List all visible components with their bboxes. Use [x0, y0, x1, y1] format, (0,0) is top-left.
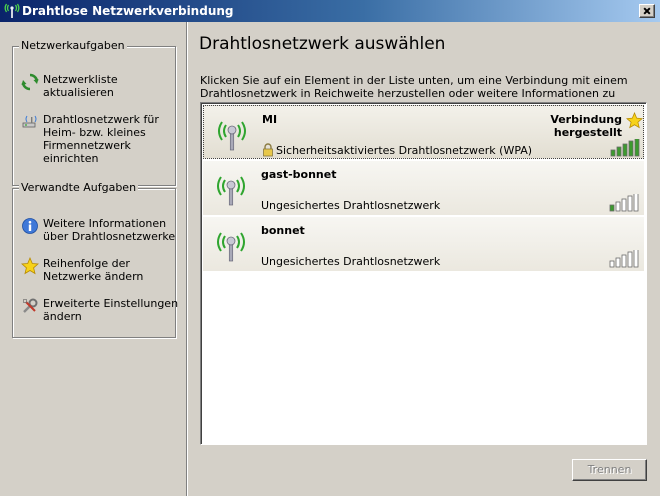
network-item-mi[interactable]: MI Sicherheitsaktiviertes Drahtlosnetzwe… [203, 105, 644, 159]
signal-strength-icon [609, 250, 639, 268]
task-order-label: Reihenfolge der Netzwerke ändern [43, 257, 144, 283]
network-tasks-title: Netzwerkaufgaben [19, 39, 127, 52]
network-security: Ungesichertes Drahtlosnetzwerk [261, 199, 441, 212]
network-item-bonnet[interactable]: bonnet Ungesichertes Drahtlosnetzwerk [203, 217, 644, 271]
wireless-icon [4, 3, 20, 18]
signal-strength-icon [609, 194, 639, 212]
signal-bar [621, 198, 627, 212]
signal-bar [615, 257, 621, 268]
wireless-antenna-icon [218, 121, 246, 151]
signal-bar [633, 194, 639, 212]
network-name: MI [262, 113, 278, 126]
network-security: Sicherheitsaktiviertes Drahtlosnetzwerk … [276, 144, 533, 157]
page-title: Drahtlosnetzwerk auswählen [199, 34, 446, 54]
signal-bar [634, 139, 640, 157]
setup-wizard-icon [22, 115, 37, 128]
lock-icon [263, 143, 273, 157]
signal-bar [616, 146, 622, 157]
signal-bar [627, 195, 633, 212]
task-setup-home-network[interactable]: Drahtlosnetzwerk für Heim- bzw. kleines … [21, 113, 181, 165]
task-advanced-label: Erweiterte Einstellungen ändern [43, 297, 179, 323]
pane-divider [186, 22, 188, 496]
connection-status: Verbindung hergestellt [550, 113, 622, 139]
signal-bar [622, 143, 628, 157]
preferred-star-icon [626, 112, 643, 129]
signal-bar [610, 149, 616, 157]
task-refresh-label: Netzwerkliste aktualisieren [43, 73, 118, 99]
signal-bar [615, 201, 621, 212]
signal-bar [609, 204, 615, 212]
disconnect-button[interactable]: Trennen [572, 459, 647, 481]
signal-strength-icon [610, 139, 640, 157]
close-button[interactable] [639, 4, 655, 18]
network-name: gast-bonnet [261, 168, 337, 181]
signal-bar [609, 260, 615, 268]
signal-bar [621, 254, 627, 268]
wireless-antenna-icon [217, 232, 245, 262]
wireless-connection-window: Drahtlose Netzwerkverbindung Netzwerkauf… [0, 0, 660, 496]
related-tasks-group: Verwandte Aufgaben Weitere Informationen… [12, 181, 178, 338]
task-refresh-network-list[interactable]: Netzwerkliste aktualisieren [21, 73, 181, 99]
wireless-antenna-icon [217, 176, 245, 206]
info-icon [22, 218, 38, 234]
task-info-label: Weitere Informationen über Drahtlosnetzw… [43, 217, 176, 243]
signal-bar [633, 250, 639, 268]
network-security: Ungesichertes Drahtlosnetzwerk [261, 255, 441, 268]
refresh-icon [21, 73, 39, 91]
star-icon [21, 257, 39, 275]
task-setup-label: Drahtlosnetzwerk für Heim- bzw. kleines … [43, 113, 159, 165]
task-pane: Netzwerkaufgaben Netzwerkliste aktualisi… [0, 22, 186, 496]
network-name: bonnet [261, 224, 305, 237]
related-tasks-title: Verwandte Aufgaben [19, 181, 139, 194]
network-tasks-group: Netzwerkaufgaben Netzwerkliste aktualisi… [12, 39, 176, 186]
network-list[interactable]: MI Sicherheitsaktiviertes Drahtlosnetzwe… [200, 102, 647, 445]
network-item-gast-bonnet[interactable]: gast-bonnet Ungesichertes Drahtlosnetzwe… [203, 161, 644, 215]
task-learn-about-wireless[interactable]: Weitere Informationen über Drahtlosnetzw… [21, 217, 181, 245]
title-bar[interactable]: Drahtlose Netzwerkverbindung [0, 0, 660, 22]
settings-icon [23, 298, 38, 313]
window-title: Drahtlose Netzwerkverbindung [22, 4, 234, 18]
signal-bar [627, 251, 633, 268]
signal-bar [628, 140, 634, 157]
task-change-network-order[interactable]: Reihenfolge der Netzwerke ändern [21, 257, 181, 285]
task-advanced-settings[interactable]: Erweiterte Einstellungen ändern [21, 297, 181, 325]
